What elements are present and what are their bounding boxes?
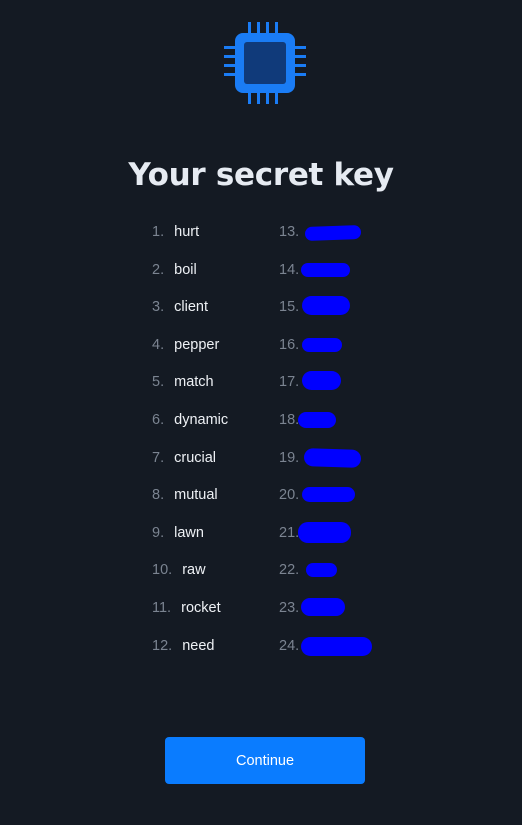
word-text: client [174,299,208,315]
word-number: 14. [279,262,300,278]
secret-word-item: 21. [279,521,299,545]
word-number: 3. [152,299,165,315]
word-number: 1. [152,224,165,240]
word-number: 9. [152,525,165,541]
word-number: 12. [152,638,173,654]
word-number: 22. [279,562,300,578]
continue-button[interactable]: Continue [165,737,365,784]
word-number: 4. [152,337,165,353]
word-number: 7. [152,450,165,466]
word-text: crucial [174,450,217,466]
word-number: 15. [279,299,300,315]
word-number: 8. [152,487,165,503]
secret-word-item: 7. crucial [152,446,216,470]
secret-word-item: 2. boil [152,258,197,282]
word-text: dynamic [174,412,229,428]
word-text: need [182,638,215,654]
word-text: hurt [174,224,200,240]
chip-icon [224,22,306,104]
secret-word-item: 24. [279,634,299,658]
secret-word-item: 17. [279,370,299,394]
word-number: 21. [279,525,300,541]
secret-word-item: 3. client [152,295,208,319]
word-text: rocket [181,600,221,616]
redaction-mark [301,598,345,616]
word-number: 24. [279,638,300,654]
secret-word-item: 4. pepper [152,333,219,357]
word-text: mutual [174,487,218,503]
redaction-mark [304,225,362,241]
secret-word-item: 5. match [152,370,214,394]
redaction-mark [302,371,341,390]
secret-word-item: 14. [279,258,299,282]
redaction-mark [298,412,336,428]
word-number: 19. [279,450,300,466]
secret-word-item: 12. need [152,634,214,658]
secret-word-item: 13. [279,220,299,244]
word-number: 11. [152,600,172,616]
page-title: Your secret key [128,157,394,193]
word-number: 16. [279,337,300,353]
word-text: match [174,374,214,390]
word-text: boil [174,262,197,278]
word-number: 10. [152,562,173,578]
secret-word-item: 8. mutual [152,483,218,507]
secret-word-item: 20. [279,483,299,507]
secret-word-item: 19. [279,446,299,470]
secret-word-item: 16. [279,333,299,357]
word-number: 2. [152,262,165,278]
secret-word-item: 18. [279,408,299,432]
word-number: 13. [279,224,300,240]
word-number: 5. [152,374,165,390]
redaction-mark [301,263,350,277]
secret-word-item: 1. hurt [152,220,199,244]
word-text: pepper [174,337,220,353]
redaction-mark [298,522,351,543]
secret-word-item: 6. dynamic [152,408,228,432]
redaction-mark [301,637,372,656]
redaction-mark [302,296,350,315]
word-number: 20. [279,487,300,503]
secret-word-item: 23. [279,596,299,620]
redaction-mark [302,487,355,502]
word-number: 18. [279,412,300,428]
word-text: lawn [174,525,204,541]
word-number: 23. [279,600,300,616]
word-number: 17. [279,374,300,390]
redaction-mark [303,448,362,468]
secret-word-item: 10. raw [152,558,206,582]
secret-word-item: 15. [279,295,299,319]
redaction-mark [306,563,337,577]
word-number: 6. [152,412,165,428]
secret-word-item: 9. lawn [152,521,204,545]
secret-word-item: 11. rocket [152,596,221,620]
secret-word-item: 22. [279,558,299,582]
redaction-mark [302,338,342,352]
word-text: raw [182,562,206,578]
